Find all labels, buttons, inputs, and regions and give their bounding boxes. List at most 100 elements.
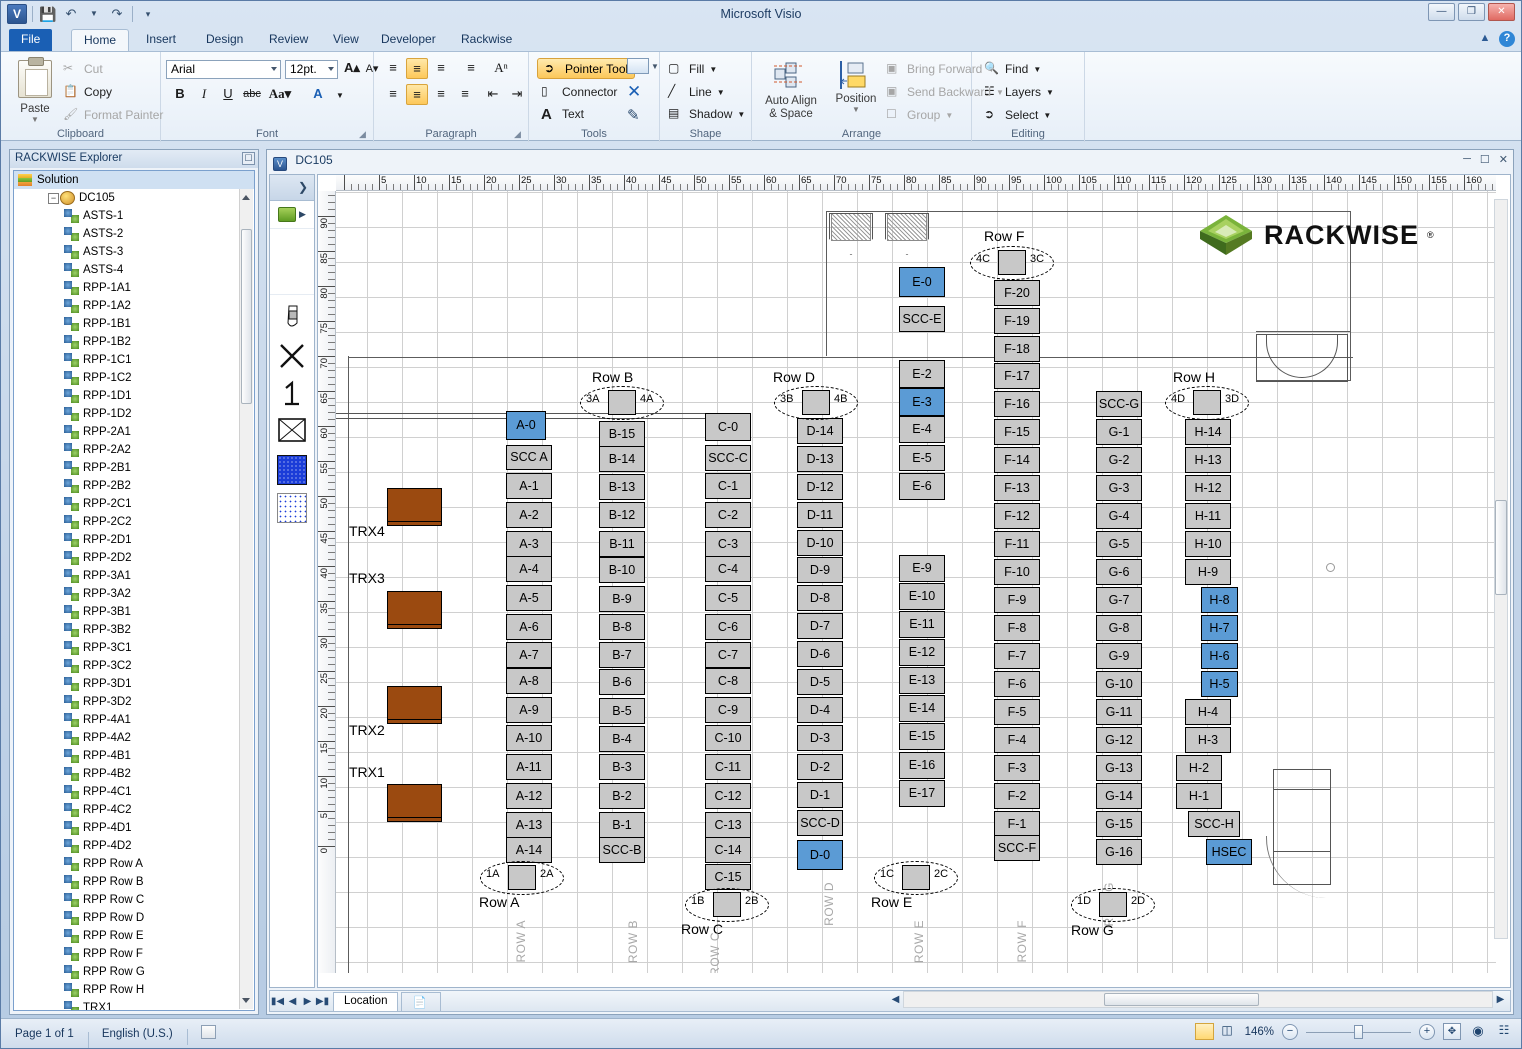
- tree-item[interactable]: RPP-3A1: [14, 567, 254, 585]
- rack-unit[interactable]: D-11: [797, 502, 843, 528]
- rack-unit[interactable]: D-6: [797, 641, 843, 667]
- rack-unit[interactable]: F-4: [994, 727, 1040, 753]
- rack-unit[interactable]: G-13: [1096, 755, 1142, 781]
- rack-unit[interactable]: A-13: [506, 812, 552, 838]
- tree-item[interactable]: RPP-3A2: [14, 585, 254, 603]
- fullscreen-view-icon[interactable]: ◫: [1218, 1023, 1237, 1040]
- tree-item[interactable]: RPP-4D1: [14, 819, 254, 837]
- grow-font-button[interactable]: A▴: [341, 58, 363, 79]
- insert-page-tab[interactable]: 📄: [401, 991, 442, 1011]
- rack-unit[interactable]: H-1: [1176, 783, 1222, 809]
- rack-unit[interactable]: A-11: [506, 754, 552, 780]
- tree-item[interactable]: RPP Row D: [14, 909, 254, 927]
- rack-unit[interactable]: C-15: [705, 864, 751, 890]
- rack-unit[interactable]: F-16: [994, 391, 1040, 417]
- rack-unit[interactable]: A-1: [506, 473, 552, 499]
- rack-unit[interactable]: G-14: [1096, 783, 1142, 809]
- rack-unit[interactable]: F-1: [994, 811, 1040, 837]
- rack-unit[interactable]: C-4: [705, 556, 751, 582]
- restore-button[interactable]: ❐: [1458, 3, 1485, 21]
- doc-minimize-button[interactable]: ─: [1463, 153, 1471, 166]
- tree-item[interactable]: TRX1: [14, 999, 254, 1010]
- tree-item-list[interactable]: ASTS-1 ASTS-2 ASTS-3 ASTS-4 RPP-1A1 RPP-1A2 RP…: [14, 207, 254, 1010]
- rack-unit[interactable]: D-14: [797, 418, 843, 444]
- tree-item[interactable]: RPP-4A1: [14, 711, 254, 729]
- close-x-icon[interactable]: ✕: [627, 82, 641, 102]
- rack-unit[interactable]: C-3: [705, 531, 751, 557]
- tree-item[interactable]: RPP-2C1: [14, 495, 254, 513]
- close-button[interactable]: ✕: [1488, 3, 1515, 21]
- explorer-scrollbar[interactable]: [239, 189, 253, 1009]
- minimize-button[interactable]: —: [1428, 3, 1455, 21]
- rack-unit[interactable]: C-2: [705, 502, 751, 528]
- rack-unit[interactable]: D-0: [797, 840, 843, 870]
- tab-view[interactable]: View: [321, 29, 371, 51]
- tree-item[interactable]: RPP Row G: [14, 963, 254, 981]
- macro-record-button[interactable]: [186, 1025, 230, 1045]
- next-page-icon[interactable]: ▶: [300, 996, 315, 1007]
- strikethrough-button[interactable]: abc: [241, 84, 263, 105]
- font-dialog-launcher-icon[interactable]: ◢: [359, 129, 369, 139]
- zoom-slider[interactable]: [1306, 1024, 1411, 1040]
- font-size-combo[interactable]: 12pt.: [285, 60, 338, 79]
- italic-button[interactable]: I: [193, 84, 215, 105]
- first-page-icon[interactable]: ▮◀: [270, 996, 285, 1007]
- shape-x-icon[interactable]: [277, 341, 307, 371]
- rack-unit[interactable]: C-9: [705, 697, 751, 723]
- transformer-unit[interactable]: [387, 591, 442, 629]
- rack-unit[interactable]: D-5: [797, 669, 843, 695]
- rack-unit[interactable]: C-6: [705, 614, 751, 640]
- explorer-tree[interactable]: Solution − DC105 ASTS-1 ASTS-2 ASTS-3 ASTS-…: [13, 170, 255, 1011]
- rack-unit[interactable]: E-4: [899, 416, 945, 443]
- rack-unit[interactable]: E-17: [899, 780, 945, 807]
- rack-unit[interactable]: D-1: [797, 782, 843, 808]
- transformer-unit[interactable]: [387, 686, 442, 724]
- canvas-horizontal-scrollbar[interactable]: ◀ ▶: [888, 990, 1508, 1009]
- tree-item[interactable]: RPP-2B2: [14, 477, 254, 495]
- doc-restore-button[interactable]: ☐: [1480, 153, 1490, 166]
- rack-unit[interactable]: A-14: [506, 837, 552, 863]
- rack-unit[interactable]: F-7: [994, 643, 1040, 669]
- rack-unit[interactable]: H-3: [1185, 727, 1231, 753]
- help-icon[interactable]: ?: [1499, 31, 1515, 47]
- copy-button[interactable]: 📋 Copy: [63, 84, 112, 100]
- scrollbar-thumb[interactable]: [1495, 500, 1507, 595]
- format-painter-button[interactable]: 🖌 Format Painter: [63, 107, 163, 123]
- rack-unit[interactable]: B-11: [599, 531, 645, 557]
- group-button[interactable]: ☐ Group ▼: [886, 107, 953, 123]
- rack-unit[interactable]: A-5: [506, 585, 552, 611]
- rack-unit[interactable]: A-4: [506, 556, 552, 582]
- drawing-page[interactable]: RACKWISE ® A-0 SCC A A-1 A-2 A-3 A-4 A-5 A-6 A-7…: [336, 191, 1496, 973]
- minimize-ribbon-icon[interactable]: ▲: [1477, 31, 1493, 47]
- rack-unit[interactable]: A-8: [506, 668, 552, 694]
- shape-number-one-icon[interactable]: [277, 379, 307, 409]
- ribbon-tab-bar[interactable]: File Home Insert Design Review View Deve…: [1, 29, 1521, 51]
- rack-unit[interactable]: F-20: [994, 280, 1040, 306]
- rack-unit[interactable]: F-11: [994, 531, 1040, 557]
- hscroll-thumb[interactable]: [1104, 993, 1259, 1006]
- scrollbar-thumb[interactable]: [241, 229, 252, 404]
- zoom-out-button[interactable]: −: [1282, 1023, 1298, 1040]
- align-middle-button[interactable]: ≡: [406, 58, 428, 79]
- tree-item[interactable]: RPP-2A2: [14, 441, 254, 459]
- tree-item[interactable]: ASTS-4: [14, 261, 254, 279]
- rack-unit[interactable]: E-3: [899, 388, 945, 416]
- rack-unit[interactable]: H-6: [1201, 643, 1238, 669]
- fill-button[interactable]: ▢ Fill ▼: [668, 61, 717, 77]
- rack-unit[interactable]: B-3: [599, 754, 645, 780]
- rack-unit[interactable]: SCC A: [506, 445, 552, 470]
- view-mode-buttons[interactable]: ◫: [1194, 1023, 1237, 1040]
- rack-unit[interactable]: B-14: [599, 446, 645, 472]
- open-stencil-icon[interactable]: [278, 207, 297, 222]
- pointer-tool-button[interactable]: ➲ Pointer Tool: [537, 58, 636, 79]
- decrease-indent-button[interactable]: ⇤: [482, 84, 504, 105]
- tree-item[interactable]: RPP-2A1: [14, 423, 254, 441]
- rack-unit[interactable]: E-15: [899, 723, 945, 750]
- tree-item[interactable]: RPP-4B2: [14, 765, 254, 783]
- shape-style-dropdown-icon[interactable]: ▼: [651, 62, 659, 71]
- scroll-down-icon[interactable]: [242, 998, 250, 1003]
- rack-unit[interactable]: SCC-H: [1188, 811, 1240, 837]
- shape-crossed-box-icon[interactable]: [277, 417, 307, 447]
- normal-view-icon[interactable]: [1194, 1023, 1214, 1040]
- stencil-shapes-list[interactable]: [270, 231, 314, 987]
